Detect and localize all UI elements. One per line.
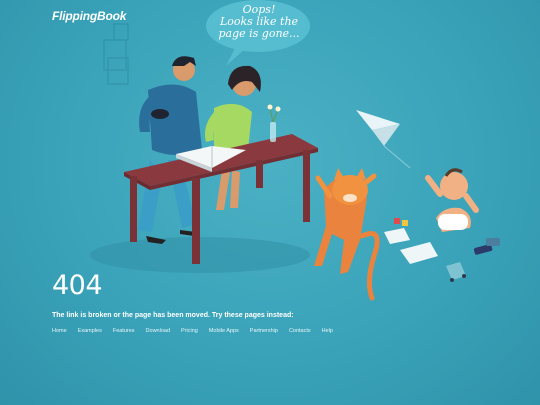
nav-link-home[interactable]: Home [52, 328, 67, 334]
bubble-line-3: page is gone... [218, 27, 300, 40]
suggested-pages-nav: Home Examples Features Download Pricing … [52, 328, 333, 334]
wall-frames [103, 23, 129, 85]
flippingbook-logo[interactable]: FlippingBook [52, 9, 126, 23]
nav-link-contacts[interactable]: Contacts [289, 328, 311, 334]
woman-figure [205, 65, 261, 210]
speech-bubble-text: Oops! Looks like the page is gone... [214, 4, 304, 40]
nav-link-mobile-apps[interactable]: Mobile Apps [209, 328, 239, 334]
nav-link-download[interactable]: Download [146, 328, 170, 334]
nav-link-partnership[interactable]: Partnership [250, 328, 278, 334]
error-message: The link is broken or the page has been … [52, 312, 294, 319]
nav-link-examples[interactable]: Examples [78, 328, 102, 334]
nav-link-pricing[interactable]: Pricing [181, 328, 198, 334]
nav-link-help[interactable]: Help [322, 328, 333, 334]
cat-figure [314, 168, 380, 301]
illustration-scene [90, 0, 500, 301]
error-code: 404 [52, 270, 103, 301]
paper-plane [356, 110, 411, 169]
flower-vase [267, 104, 281, 142]
baby-figure [425, 168, 479, 232]
nav-link-features[interactable]: Features [113, 328, 135, 334]
